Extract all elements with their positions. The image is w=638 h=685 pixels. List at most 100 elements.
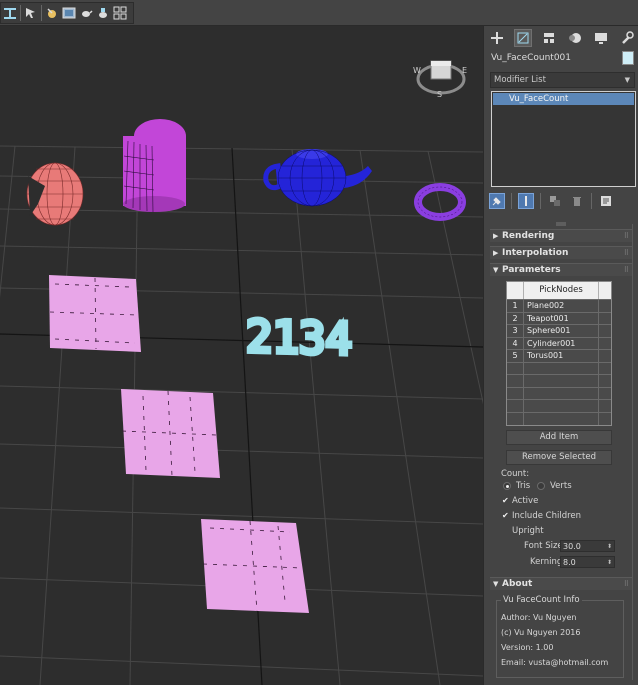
table-row-empty[interactable] <box>507 386 611 400</box>
table-row-empty[interactable] <box>507 411 611 425</box>
row-index: 2 <box>512 313 518 323</box>
active-checkbox[interactable]: ✔ <box>502 497 510 505</box>
perspective-viewport[interactable]: 2134 E W S <box>0 26 483 685</box>
remove-selected-button[interactable]: Remove Selected <box>506 450 612 465</box>
kerning-spinner[interactable]: 8.0 ⬍ <box>560 556 615 568</box>
object-name-field[interactable] <box>490 50 618 66</box>
table-row-empty[interactable] <box>507 374 611 387</box>
modifier-list-dropdown[interactable]: Modifier List ▼ <box>490 72 635 88</box>
modifier-stack[interactable]: Vu_FaceCount <box>491 91 636 187</box>
main-toolbar <box>0 0 638 26</box>
include-children-checkbox[interactable]: ✔ <box>502 512 510 520</box>
hierarchy-icon[interactable] <box>540 29 558 47</box>
rollout-parameters[interactable]: ▼ Parameters ⠿ <box>490 263 632 276</box>
cylinder-object[interactable] <box>123 119 186 213</box>
picknodes-list[interactable]: PickNodes 1 Plane002 2 Teapot001 3 Sphere00… <box>506 281 612 426</box>
teapot-object[interactable] <box>263 149 372 207</box>
command-panel: Modifier List ▼ Vu_FaceCount ▶ Rendering… <box>483 26 638 685</box>
count-verts-radio[interactable] <box>537 482 545 490</box>
show-end-result-icon[interactable] <box>518 193 534 209</box>
toolbar-separator <box>20 5 21 21</box>
chevron-down-icon: ▼ <box>624 76 630 84</box>
count-label: Count: <box>501 469 530 479</box>
panel-resize-grip[interactable] <box>556 217 566 226</box>
select-manipulate-icon[interactable] <box>24 6 38 20</box>
trash-icon[interactable] <box>569 193 585 209</box>
command-panel-tabs <box>488 28 636 48</box>
stack-tools-separator <box>540 193 541 209</box>
viewcube[interactable]: E W S <box>412 48 470 100</box>
modifier-stack-item[interactable]: Vu_FaceCount <box>493 93 634 105</box>
picknodes-header[interactable]: PickNodes <box>507 282 611 299</box>
utilities-icon[interactable] <box>618 29 636 47</box>
layout-icon[interactable] <box>113 6 127 20</box>
align-icon[interactable] <box>3 6 17 20</box>
table-row[interactable]: 4 Cylinder001 <box>507 336 611 350</box>
count-tris-label: Tris <box>516 481 531 491</box>
table-row-empty[interactable] <box>507 399 611 412</box>
active-label: Active <box>512 496 539 506</box>
table-row[interactable]: 2 Teapot001 <box>507 311 611 325</box>
plane-object-1[interactable] <box>49 275 141 352</box>
rollout-grip-icon: ⠿ <box>623 249 629 257</box>
pin-stack-icon[interactable] <box>489 193 505 209</box>
table-row-empty[interactable] <box>507 361 611 375</box>
rollout-grip-icon: ⠿ <box>623 580 629 588</box>
spinner-arrows-icon[interactable]: ⬍ <box>607 557 612 568</box>
make-unique-icon[interactable] <box>547 193 563 209</box>
row-index: 1 <box>512 301 518 310</box>
rollout-rendering[interactable]: ▶ Rendering ⠿ <box>490 229 632 242</box>
table-row[interactable]: 3 Sphere001 <box>507 324 611 337</box>
rollout-about[interactable]: ▼ About ⠿ <box>490 577 632 590</box>
expand-arrow-icon: ▶ <box>493 232 499 240</box>
rollout-interpolation[interactable]: ▶ Interpolation ⠿ <box>490 246 632 259</box>
motion-icon[interactable] <box>566 29 584 47</box>
rollout-about-label: About <box>502 579 533 589</box>
font-size-label: Font Size <box>524 541 563 551</box>
modifier-list-label: Modifier List <box>494 75 546 85</box>
count-tris-radio[interactable] <box>503 482 511 490</box>
configure-modifier-sets-icon[interactable] <box>598 193 614 209</box>
viewport-scene: 2134 <box>0 119 483 685</box>
svg-text:2134: 2134 <box>246 311 352 365</box>
teapot-render-icon[interactable] <box>79 6 93 20</box>
plane-object-3[interactable] <box>201 519 309 613</box>
viewcube-south-label: S <box>437 90 443 99</box>
upright-checkbox[interactable] <box>502 527 510 535</box>
font-size-value: 30.0 <box>563 542 581 551</box>
object-color-swatch[interactable] <box>622 51 634 65</box>
about-group-title: Vu FaceCount Info <box>501 595 582 605</box>
table-row[interactable]: 5 Torus001 <box>507 349 611 362</box>
row-index: 4 <box>512 338 518 348</box>
create-icon[interactable] <box>488 29 506 47</box>
row-node-name: Torus001 <box>523 350 599 362</box>
sphere-object[interactable] <box>26 162 84 226</box>
rollout-interpolation-label: Interpolation <box>502 248 569 258</box>
modifier-stack-tools <box>489 192 637 210</box>
collapse-arrow-icon: ▼ <box>493 580 499 588</box>
add-item-button[interactable]: Add Item <box>506 430 612 445</box>
stack-tools-separator <box>511 193 512 209</box>
kerning-value: 8.0 <box>563 558 576 567</box>
torus-object[interactable] <box>414 183 466 221</box>
row-index: 3 <box>512 326 518 335</box>
table-row[interactable]: 1 Plane002 <box>507 299 611 312</box>
spinner-arrows-icon[interactable]: ⬍ <box>607 541 612 552</box>
picknodes-header-label: PickNodes <box>523 282 599 299</box>
render-setup-icon[interactable] <box>96 6 110 20</box>
toolbar-group <box>0 2 134 24</box>
snap-icon[interactable] <box>45 6 59 20</box>
font-size-spinner[interactable]: 30.0 ⬍ <box>560 540 615 552</box>
modify-icon[interactable] <box>514 29 532 47</box>
viewcube-west-label: W <box>413 66 421 75</box>
panel-scrollbar[interactable] <box>630 224 635 680</box>
about-info-group: Vu FaceCount Info Author: Vu Nguyen (c) … <box>496 595 624 678</box>
about-copyright: (c) Vu Nguyen 2016 <box>501 628 581 637</box>
render-frame-icon[interactable] <box>62 6 76 20</box>
plane-object-2[interactable] <box>121 389 220 478</box>
toolbar-separator <box>41 5 42 21</box>
facecount-text-shape[interactable]: 2134 <box>244 309 355 368</box>
display-icon[interactable] <box>592 29 610 47</box>
expand-arrow-icon: ▶ <box>493 249 499 257</box>
row-node-name: Sphere001 <box>523 325 599 337</box>
